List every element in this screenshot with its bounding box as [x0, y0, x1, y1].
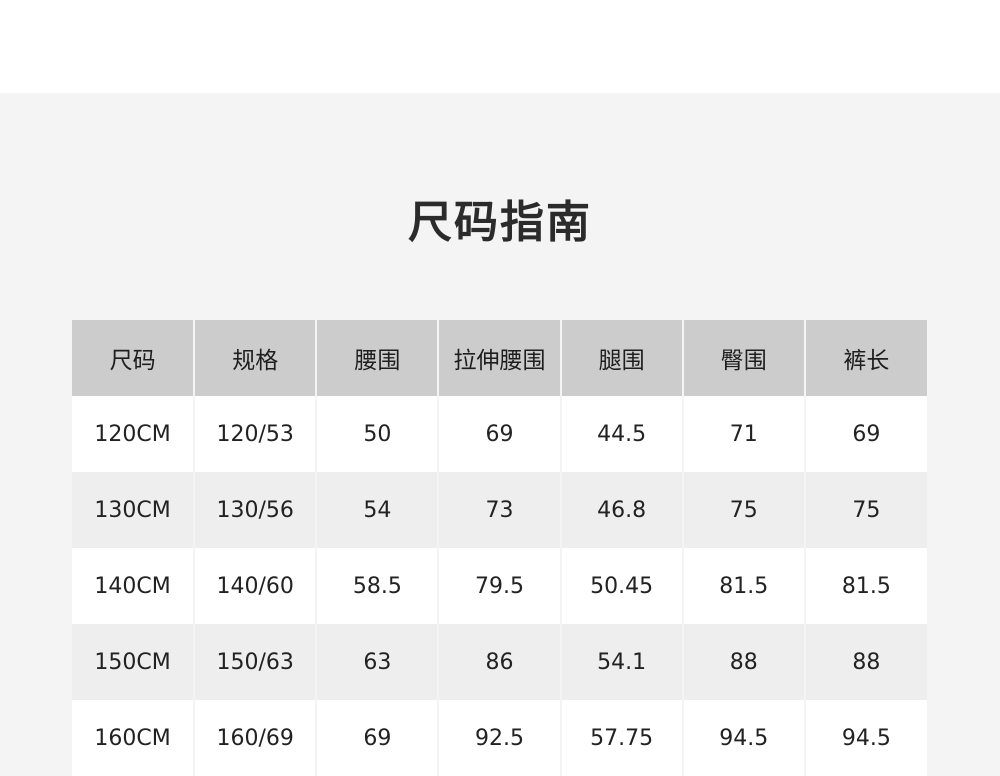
table-row: 120CM 120/53 50 69 44.5 71 69 [72, 396, 927, 472]
header-hip: 臀围 [681, 320, 806, 396]
table-row: 140CM 140/60 58.5 79.5 50.45 81.5 81.5 [72, 548, 927, 624]
cell-waist: 69 [315, 700, 440, 776]
cell-length: 69 [803, 396, 927, 472]
cell-hip: 88 [681, 624, 806, 700]
cell-thigh: 54.1 [559, 624, 684, 700]
header-spec: 规格 [193, 320, 318, 396]
cell-hip: 75 [681, 472, 806, 548]
cell-size: 120CM [72, 396, 196, 472]
header-thigh: 腿围 [559, 320, 684, 396]
table-row: 150CM 150/63 63 86 54.1 88 88 [72, 624, 927, 700]
table-header-row: 尺码 规格 腰围 拉伸腰围 腿围 臀围 裤长 [72, 320, 927, 396]
cell-hip: 71 [681, 396, 806, 472]
cell-spec: 130/56 [193, 472, 318, 548]
table-row: 160CM 160/69 69 92.5 57.75 94.5 94.5 [72, 700, 927, 776]
cell-spec: 150/63 [193, 624, 318, 700]
cell-waist: 50 [315, 396, 440, 472]
cell-stretched-waist: 69 [437, 396, 562, 472]
cell-spec: 120/53 [193, 396, 318, 472]
cell-spec: 140/60 [193, 548, 318, 624]
header-stretched-waist: 拉伸腰围 [437, 320, 562, 396]
page-title: 尺码指南 [408, 197, 592, 248]
cell-length: 81.5 [803, 548, 927, 624]
cell-thigh: 50.45 [559, 548, 684, 624]
header-waist: 腰围 [315, 320, 440, 396]
size-chart-table: 尺码 规格 腰围 拉伸腰围 腿围 臀围 裤长 120CM 120/53 50 6… [72, 320, 927, 776]
cell-size: 150CM [72, 624, 196, 700]
cell-waist: 54 [315, 472, 440, 548]
cell-size: 130CM [72, 472, 196, 548]
cell-stretched-waist: 92.5 [437, 700, 562, 776]
cell-hip: 81.5 [681, 548, 806, 624]
cell-thigh: 57.75 [559, 700, 684, 776]
header-size: 尺码 [72, 320, 196, 396]
cell-thigh: 46.8 [559, 472, 684, 548]
cell-size: 160CM [72, 700, 196, 776]
cell-stretched-waist: 79.5 [437, 548, 562, 624]
cell-length: 75 [803, 472, 927, 548]
cell-size: 140CM [72, 548, 196, 624]
top-blank-band [0, 0, 1000, 93]
cell-hip: 94.5 [681, 700, 806, 776]
cell-waist: 58.5 [315, 548, 440, 624]
cell-thigh: 44.5 [559, 396, 684, 472]
header-length: 裤长 [803, 320, 927, 396]
cell-stretched-waist: 73 [437, 472, 562, 548]
cell-length: 94.5 [803, 700, 927, 776]
table-row: 130CM 130/56 54 73 46.8 75 75 [72, 472, 927, 548]
cell-length: 88 [803, 624, 927, 700]
cell-waist: 63 [315, 624, 440, 700]
cell-stretched-waist: 86 [437, 624, 562, 700]
cell-spec: 160/69 [193, 700, 318, 776]
